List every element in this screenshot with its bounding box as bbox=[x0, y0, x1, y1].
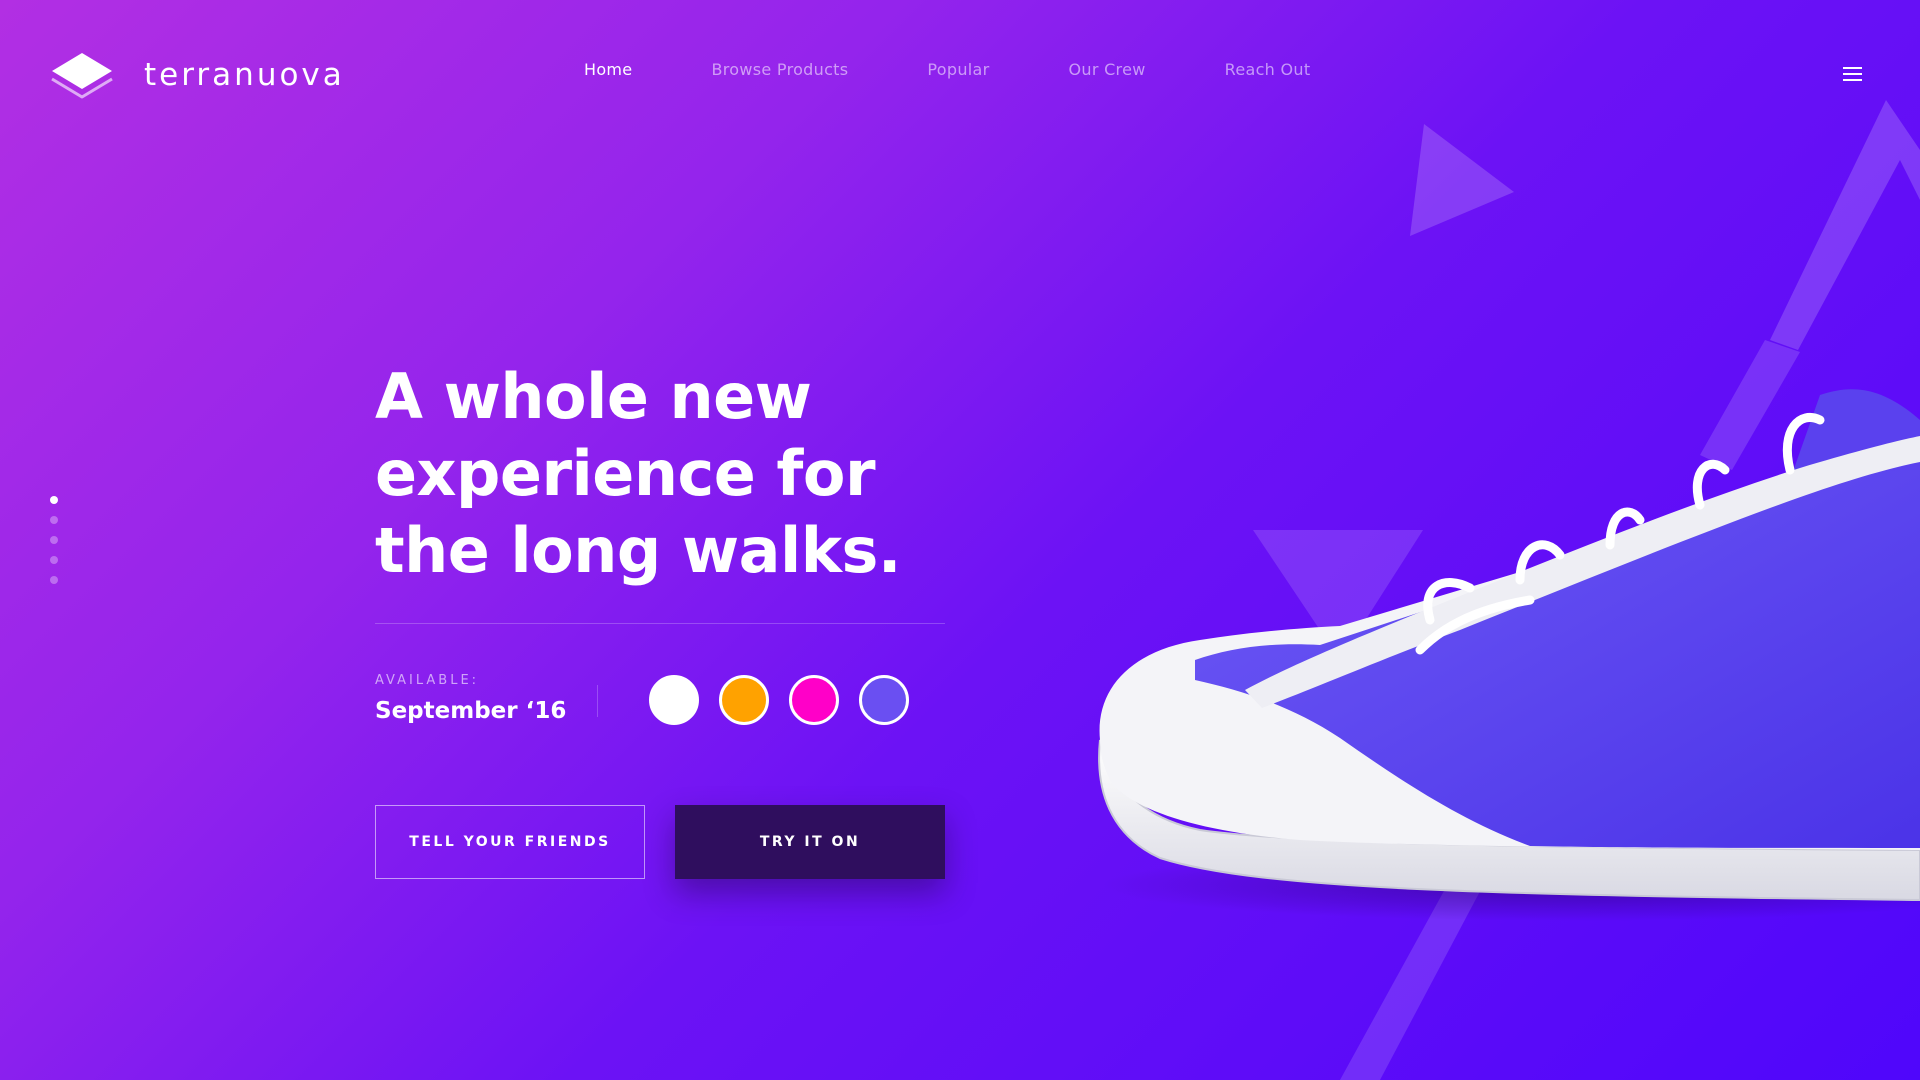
availability-info: AVAILABLE: September ‘16 bbox=[375, 673, 566, 724]
landing-page: terranuova Home Browse Products Popular … bbox=[0, 0, 1920, 1080]
hero-section: A whole new experience for the long walk… bbox=[375, 358, 945, 879]
nav-item-browse-products[interactable]: Browse Products bbox=[711, 60, 848, 79]
pager-dot-5[interactable] bbox=[50, 576, 58, 584]
headline-line-2: experience for bbox=[375, 437, 876, 510]
color-swatch-magenta[interactable] bbox=[789, 675, 839, 725]
color-swatch-violet[interactable] bbox=[859, 675, 909, 725]
shoe-shadow bbox=[1100, 849, 1920, 921]
pager-dot-3[interactable] bbox=[50, 536, 58, 544]
hamburger-menu-icon[interactable] bbox=[1843, 67, 1862, 81]
color-swatch-orange[interactable] bbox=[719, 675, 769, 725]
decor-triangle-band bbox=[1770, 100, 1920, 350]
hero-artwork bbox=[1098, 100, 1920, 1080]
pager-dot-2[interactable] bbox=[50, 516, 58, 524]
decor-triangle-small bbox=[1410, 124, 1514, 236]
headline-line-3: the long walks. bbox=[375, 514, 901, 587]
hero-headline: A whole new experience for the long walk… bbox=[375, 358, 945, 589]
slide-pager bbox=[50, 496, 58, 584]
layers-logo-icon bbox=[51, 53, 113, 99]
nav-item-home[interactable]: Home bbox=[584, 60, 632, 79]
brand-name: terranuova bbox=[144, 57, 345, 93]
sneaker-image bbox=[1098, 389, 1920, 902]
nav-item-our-crew[interactable]: Our Crew bbox=[1068, 60, 1145, 79]
decor-triangle-inverted bbox=[1253, 530, 1423, 660]
color-swatches bbox=[649, 675, 909, 725]
decor-triangle-band-bottom bbox=[1340, 880, 1486, 1080]
nav-item-popular[interactable]: Popular bbox=[927, 60, 989, 79]
availability-label: AVAILABLE: bbox=[375, 673, 480, 688]
try-it-on-button[interactable]: TRY IT ON bbox=[675, 805, 945, 879]
color-swatch-white[interactable] bbox=[649, 675, 699, 725]
brand-logo[interactable]: terranuova bbox=[49, 49, 345, 101]
availability-date: September ‘16 bbox=[375, 698, 567, 724]
decor-triangle-band-lower bbox=[1700, 340, 1800, 470]
hero-divider bbox=[375, 623, 945, 624]
tell-your-friends-button[interactable]: TELL YOUR FRIENDS bbox=[375, 805, 645, 879]
pager-dot-4[interactable] bbox=[50, 556, 58, 564]
vertical-divider bbox=[597, 685, 598, 717]
nav-item-reach-out[interactable]: Reach Out bbox=[1225, 60, 1311, 79]
pager-dot-1[interactable] bbox=[50, 496, 58, 504]
main-nav: Home Browse Products Popular Our Crew Re… bbox=[584, 60, 1310, 79]
headline-line-1: A whole new bbox=[375, 360, 812, 433]
